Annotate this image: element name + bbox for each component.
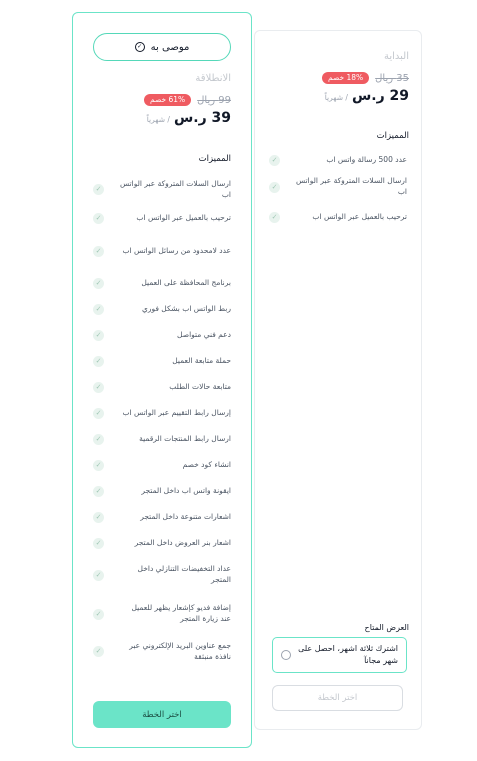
feature-item: ارسال السلات المتروكة عبر الواتس اب ✓ xyxy=(269,169,407,205)
feature-text: اشعارات متنوعة داخل المتجر xyxy=(140,511,231,521)
feature-item: عداد التخفيضات التنازلي داخل المتجر ✓ xyxy=(93,556,231,594)
offer-text: اشترك ثلاثة اشهر، احصل على شهر مجانآ xyxy=(298,644,398,665)
feature-text: إضافة فديو كإشعار يظهر للعميل عند زيارة … xyxy=(131,603,231,623)
check-icon: ✓ xyxy=(93,213,104,224)
price-period: / شهرياً xyxy=(146,115,170,124)
offer-title: العرض المتاح xyxy=(364,623,409,632)
feature-text: برنامج المحافظة على العميل xyxy=(141,278,231,288)
features-title: المميزات xyxy=(198,154,231,164)
check-icon: ✓ xyxy=(93,646,104,657)
recommended-badge: موصى به ✓ xyxy=(93,33,231,61)
check-circle-icon: ✓ xyxy=(134,42,145,52)
check-icon: ✓ xyxy=(93,381,104,393)
plan-price: 39 ر.س xyxy=(173,110,231,126)
check-icon: ✓ xyxy=(269,211,280,223)
check-icon: ✓ xyxy=(93,433,104,445)
feature-text: إرسال رابط التقييم عبر الواتس اب xyxy=(122,407,232,417)
check-icon: ✓ xyxy=(93,278,104,289)
feature-item: ترحيب بالعميل عبر الواتس اب ✓ xyxy=(269,205,407,229)
feature-item: جمع عناوين البريد الإلكتروني عبر نافذة م… xyxy=(93,634,231,669)
feature-text: عدد لامحدود من رسائل الواتس اب xyxy=(122,245,231,255)
check-icon: ✓ xyxy=(93,245,104,257)
feature-item: حملة متابعة العميل ✓ xyxy=(93,348,231,374)
plan-price: 29 ر.س xyxy=(351,88,409,104)
check-icon: ✓ xyxy=(93,329,104,341)
plan-name: الانطلاقة xyxy=(195,73,231,84)
feature-item: برنامج المحافظة على العميل ✓ xyxy=(93,271,231,296)
price-period: / شهرياً xyxy=(324,93,348,102)
feature-item: ترحيب بالعميل عبر الواتس اب ✓ xyxy=(93,206,231,231)
check-icon: ✓ xyxy=(269,181,280,193)
feature-text: انشاء كود خصم xyxy=(182,459,231,469)
check-icon: ✓ xyxy=(93,184,104,195)
feature-text: متابعة حالات الطلب xyxy=(169,381,231,391)
feature-text: ارسال السلات المتروكة عبر الواتس اب xyxy=(295,176,407,196)
feature-item: ارسال السلات المتروكة عبر الواتس اب ✓ xyxy=(93,173,231,206)
new-price-row: 29 ر.س / شهرياً xyxy=(325,88,409,104)
feature-list: عدد 500 رسالة واتس اب ✓ ارسال السلات المتر… xyxy=(269,151,407,229)
plan-card-featured: موصى به ✓ الانطلاقة 99 ريال 61% خصم 39 ر… xyxy=(72,12,252,748)
feature-text: ارسال السلات المتروكة عبر الواتس اب xyxy=(119,178,231,199)
choose-plan-button[interactable]: اختر الخطة xyxy=(93,701,231,728)
feature-text: ربط الواتس اب بشكل فوري xyxy=(141,303,231,313)
plan-card-basic: البداية 35 ريال 18% خصم 29 ر.س / شهرياً … xyxy=(254,30,422,730)
feature-list: ارسال السلات المتروكة عبر الواتس اب ✓ ترحي… xyxy=(93,173,231,669)
check-icon: ✓ xyxy=(93,459,104,471)
plan-name: البداية xyxy=(383,51,409,62)
feature-text: ايقونة واتس اب داخل المتجر xyxy=(141,485,231,495)
recommended-label: موصى به xyxy=(150,41,190,53)
feature-text: حملة متابعة العميل xyxy=(172,355,231,365)
offer-option[interactable]: اشترك ثلاثة اشهر، احصل على شهر مجانآ xyxy=(272,637,407,673)
feature-item: ارسال رابط المنتجات الرقمية ✓ xyxy=(93,426,231,452)
feature-text: ترحيب بالعميل عبر الواتس اب xyxy=(312,211,407,221)
check-icon: ✓ xyxy=(93,511,104,523)
feature-text: عداد التخفيضات التنازلي داخل المتجر xyxy=(137,564,231,584)
choose-plan-button[interactable]: اختر الخطة xyxy=(272,685,403,711)
price-row: 35 ريال 18% خصم xyxy=(321,72,409,85)
old-price: 35 ريال xyxy=(375,72,409,84)
check-icon: ✓ xyxy=(93,608,104,620)
old-price: 99 ريال xyxy=(197,94,231,106)
feature-item: متابعة حالات الطلب ✓ xyxy=(93,374,231,400)
feature-item: اشعارات متنوعة داخل المتجر ✓ xyxy=(93,504,231,530)
feature-item: انشاء كود خصم ✓ xyxy=(93,452,231,478)
feature-item: اشعار بنر العروض داخل المتجر ✓ xyxy=(93,530,231,556)
check-icon: ✓ xyxy=(93,407,104,419)
feature-text: جمع عناوين البريد الإلكتروني عبر نافذة م… xyxy=(129,640,231,661)
feature-item: دعم فني متواصل ✓ xyxy=(93,322,231,348)
feature-item: عدد لامحدود من رسائل الواتس اب ✓ xyxy=(93,231,231,271)
discount-badge: 61% خصم xyxy=(143,94,192,107)
new-price-row: 39 ر.س / شهرياً xyxy=(147,110,231,126)
price-row: 99 ريال 61% خصم xyxy=(143,94,231,107)
feature-text: ترحيب بالعميل عبر الواتس اب xyxy=(136,213,231,223)
check-icon: ✓ xyxy=(93,537,104,549)
feature-text: دعم فني متواصل xyxy=(177,329,231,339)
feature-item: إرسال رابط التقييم عبر الواتس اب ✓ xyxy=(93,400,231,426)
feature-text: اشعار بنر العروض داخل المتجر xyxy=(134,537,231,547)
check-icon: ✓ xyxy=(93,303,104,315)
feature-item: إضافة فديو كإشعار يظهر للعميل عند زيارة … xyxy=(93,594,231,634)
check-icon: ✓ xyxy=(93,569,104,581)
radio-icon[interactable] xyxy=(281,650,291,660)
feature-item: ربط الواتس اب بشكل فوري ✓ xyxy=(93,296,231,322)
feature-item: عدد 500 رسالة واتس اب ✓ xyxy=(269,151,407,169)
check-icon: ✓ xyxy=(93,485,104,497)
check-icon: ✓ xyxy=(93,355,104,367)
check-icon: ✓ xyxy=(269,154,280,166)
feature-item: ايقونة واتس اب داخل المتجر ✓ xyxy=(93,478,231,504)
feature-text: عدد 500 رسالة واتس اب xyxy=(326,154,407,164)
features-title: المميزات xyxy=(376,131,409,141)
feature-text: ارسال رابط المنتجات الرقمية xyxy=(139,433,231,443)
discount-badge: 18% خصم xyxy=(321,72,370,85)
